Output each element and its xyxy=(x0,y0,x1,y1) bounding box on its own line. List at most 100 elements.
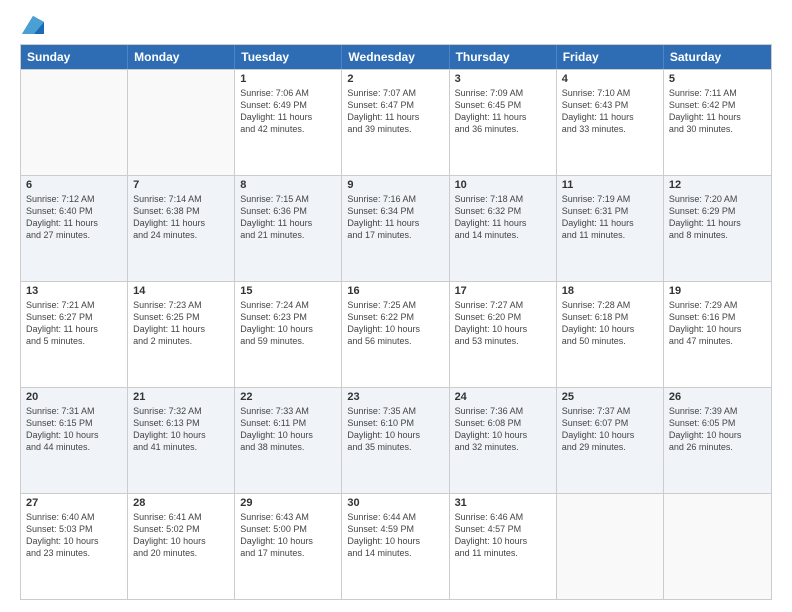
day-number: 14 xyxy=(133,285,229,297)
calendar-cell-27: 27 Sunrise: 6:40 AMSunset: 5:03 PMDayligh… xyxy=(21,494,128,599)
calendar-row-4: 20 Sunrise: 7:31 AMSunset: 6:15 PMDayligh… xyxy=(21,387,771,493)
cell-details: Sunrise: 7:19 AMSunset: 6:31 PMDaylight:… xyxy=(562,193,658,242)
calendar-cell-25: 25 Sunrise: 7:37 AMSunset: 6:07 PMDayligh… xyxy=(557,388,664,493)
cell-details: Sunrise: 7:23 AMSunset: 6:25 PMDaylight:… xyxy=(133,299,229,348)
cell-details: Sunrise: 7:14 AMSunset: 6:38 PMDaylight:… xyxy=(133,193,229,242)
calendar-cell-20: 20 Sunrise: 7:31 AMSunset: 6:15 PMDayligh… xyxy=(21,388,128,493)
cell-details: Sunrise: 6:41 AMSunset: 5:02 PMDaylight:… xyxy=(133,511,229,560)
cell-details: Sunrise: 7:11 AMSunset: 6:42 PMDaylight:… xyxy=(669,87,766,136)
day-number: 26 xyxy=(669,391,766,403)
day-number: 24 xyxy=(455,391,551,403)
cell-details: Sunrise: 6:46 AMSunset: 4:57 PMDaylight:… xyxy=(455,511,551,560)
day-number: 19 xyxy=(669,285,766,297)
cell-details: Sunrise: 6:44 AMSunset: 4:59 PMDaylight:… xyxy=(347,511,443,560)
header-day-tuesday: Tuesday xyxy=(235,45,342,69)
calendar-cell-12: 12 Sunrise: 7:20 AMSunset: 6:29 PMDayligh… xyxy=(664,176,771,281)
calendar-cell-3: 3 Sunrise: 7:09 AMSunset: 6:45 PMDaylight… xyxy=(450,70,557,175)
cell-details: Sunrise: 7:31 AMSunset: 6:15 PMDaylight:… xyxy=(26,405,122,454)
calendar-cell-8: 8 Sunrise: 7:15 AMSunset: 6:36 PMDaylight… xyxy=(235,176,342,281)
day-number: 29 xyxy=(240,497,336,509)
cell-details: Sunrise: 7:09 AMSunset: 6:45 PMDaylight:… xyxy=(455,87,551,136)
cell-details: Sunrise: 7:29 AMSunset: 6:16 PMDaylight:… xyxy=(669,299,766,348)
calendar-cell-empty xyxy=(21,70,128,175)
day-number: 10 xyxy=(455,179,551,191)
calendar-cell-13: 13 Sunrise: 7:21 AMSunset: 6:27 PMDayligh… xyxy=(21,282,128,387)
calendar-cell-17: 17 Sunrise: 7:27 AMSunset: 6:20 PMDayligh… xyxy=(450,282,557,387)
calendar-cell-29: 29Sunrise: 6:43 AMSunset: 5:00 PMDayligh… xyxy=(235,494,342,599)
calendar-cell-22: 22Sunrise: 7:33 AMSunset: 6:11 PMDayligh… xyxy=(235,388,342,493)
header-day-saturday: Saturday xyxy=(664,45,771,69)
calendar-row-5: 27 Sunrise: 6:40 AMSunset: 5:03 PMDayligh… xyxy=(21,493,771,599)
calendar-header: SundayMondayTuesdayWednesdayThursdayFrid… xyxy=(21,45,771,69)
calendar-cell-16: 16Sunrise: 7:25 AMSunset: 6:22 PMDayligh… xyxy=(342,282,449,387)
day-number: 13 xyxy=(26,285,122,297)
day-number: 15 xyxy=(240,285,336,297)
calendar-cell-1: 1 Sunrise: 7:06 AMSunset: 6:49 PMDaylight… xyxy=(235,70,342,175)
calendar-cell-18: 18 Sunrise: 7:28 AMSunset: 6:18 PMDayligh… xyxy=(557,282,664,387)
day-number: 12 xyxy=(669,179,766,191)
day-number: 20 xyxy=(26,391,122,403)
logo xyxy=(20,16,44,34)
header-day-sunday: Sunday xyxy=(21,45,128,69)
calendar-cell-2: 2 Sunrise: 7:07 AMSunset: 6:47 PMDaylight… xyxy=(342,70,449,175)
cell-details: Sunrise: 7:16 AMSunset: 6:34 PMDaylight:… xyxy=(347,193,443,242)
cell-details: Sunrise: 7:20 AMSunset: 6:29 PMDaylight:… xyxy=(669,193,766,242)
header-day-thursday: Thursday xyxy=(450,45,557,69)
day-number: 2 xyxy=(347,73,443,85)
calendar-row-3: 13 Sunrise: 7:21 AMSunset: 6:27 PMDayligh… xyxy=(21,281,771,387)
day-number: 27 xyxy=(26,497,122,509)
day-number: 3 xyxy=(455,73,551,85)
calendar-cell-14: 14 Sunrise: 7:23 AMSunset: 6:25 PMDayligh… xyxy=(128,282,235,387)
calendar-cell-7: 7Sunrise: 7:14 AMSunset: 6:38 PMDaylight… xyxy=(128,176,235,281)
calendar-cell-9: 9 Sunrise: 7:16 AMSunset: 6:34 PMDaylight… xyxy=(342,176,449,281)
cell-details: Sunrise: 7:07 AMSunset: 6:47 PMDaylight:… xyxy=(347,87,443,136)
cell-details: Sunrise: 7:10 AMSunset: 6:43 PMDaylight:… xyxy=(562,87,658,136)
cell-details: Sunrise: 7:21 AMSunset: 6:27 PMDaylight:… xyxy=(26,299,122,348)
calendar-cell-21: 21 Sunrise: 7:32 AMSunset: 6:13 PMDayligh… xyxy=(128,388,235,493)
calendar-cell-31: 31 Sunrise: 6:46 AMSunset: 4:57 PMDayligh… xyxy=(450,494,557,599)
day-number: 18 xyxy=(562,285,658,297)
calendar-cell-empty xyxy=(557,494,664,599)
calendar-cell-4: 4 Sunrise: 7:10 AMSunset: 6:43 PMDaylight… xyxy=(557,70,664,175)
cell-details: Sunrise: 7:32 AMSunset: 6:13 PMDaylight:… xyxy=(133,405,229,454)
cell-details: Sunrise: 7:36 AMSunset: 6:08 PMDaylight:… xyxy=(455,405,551,454)
calendar-cell-30: 30 Sunrise: 6:44 AMSunset: 4:59 PMDayligh… xyxy=(342,494,449,599)
cell-details: Sunrise: 7:15 AMSunset: 6:36 PMDaylight:… xyxy=(240,193,336,242)
calendar-cell-empty xyxy=(664,494,771,599)
cell-details: Sunrise: 6:40 AMSunset: 5:03 PMDaylight:… xyxy=(26,511,122,560)
calendar-row-1: 1 Sunrise: 7:06 AMSunset: 6:49 PMDaylight… xyxy=(21,69,771,175)
cell-details: Sunrise: 7:28 AMSunset: 6:18 PMDaylight:… xyxy=(562,299,658,348)
page: SundayMondayTuesdayWednesdayThursdayFrid… xyxy=(0,0,792,612)
calendar-cell-26: 26 Sunrise: 7:39 AMSunset: 6:05 PMDayligh… xyxy=(664,388,771,493)
cell-details: Sunrise: 7:25 AMSunset: 6:22 PMDaylight:… xyxy=(347,299,443,348)
day-number: 28 xyxy=(133,497,229,509)
day-number: 4 xyxy=(562,73,658,85)
day-number: 6 xyxy=(26,179,122,191)
calendar-cell-23: 23Sunrise: 7:35 AMSunset: 6:10 PMDayligh… xyxy=(342,388,449,493)
day-number: 21 xyxy=(133,391,229,403)
day-number: 8 xyxy=(240,179,336,191)
cell-details: Sunrise: 7:24 AMSunset: 6:23 PMDaylight:… xyxy=(240,299,336,348)
day-number: 25 xyxy=(562,391,658,403)
header-day-monday: Monday xyxy=(128,45,235,69)
calendar: SundayMondayTuesdayWednesdayThursdayFrid… xyxy=(20,44,772,600)
cell-details: Sunrise: 7:39 AMSunset: 6:05 PMDaylight:… xyxy=(669,405,766,454)
day-number: 1 xyxy=(240,73,336,85)
calendar-body: 1 Sunrise: 7:06 AMSunset: 6:49 PMDaylight… xyxy=(21,69,771,599)
calendar-cell-24: 24 Sunrise: 7:36 AMSunset: 6:08 PMDayligh… xyxy=(450,388,557,493)
calendar-cell-10: 10Sunrise: 7:18 AMSunset: 6:32 PMDayligh… xyxy=(450,176,557,281)
cell-details: Sunrise: 7:37 AMSunset: 6:07 PMDaylight:… xyxy=(562,405,658,454)
header-day-wednesday: Wednesday xyxy=(342,45,449,69)
cell-details: Sunrise: 7:06 AMSunset: 6:49 PMDaylight:… xyxy=(240,87,336,136)
calendar-row-2: 6Sunrise: 7:12 AMSunset: 6:40 PMDaylight… xyxy=(21,175,771,281)
day-number: 23 xyxy=(347,391,443,403)
day-number: 31 xyxy=(455,497,551,509)
calendar-cell-11: 11Sunrise: 7:19 AMSunset: 6:31 PMDayligh… xyxy=(557,176,664,281)
day-number: 17 xyxy=(455,285,551,297)
day-number: 22 xyxy=(240,391,336,403)
day-number: 9 xyxy=(347,179,443,191)
day-number: 30 xyxy=(347,497,443,509)
calendar-cell-28: 28 Sunrise: 6:41 AMSunset: 5:02 PMDayligh… xyxy=(128,494,235,599)
cell-details: Sunrise: 7:27 AMSunset: 6:20 PMDaylight:… xyxy=(455,299,551,348)
calendar-cell-19: 19 Sunrise: 7:29 AMSunset: 6:16 PMDayligh… xyxy=(664,282,771,387)
